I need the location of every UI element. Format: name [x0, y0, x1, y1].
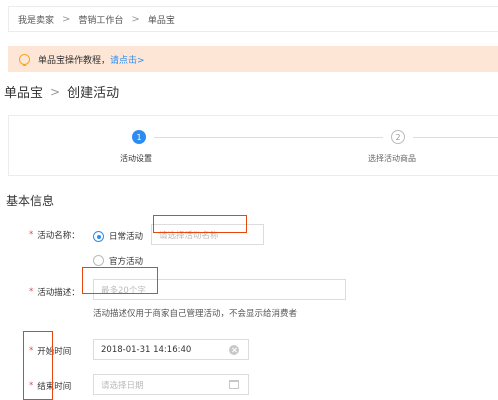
step-2-indicator: 2 — [391, 130, 405, 144]
create-activity-page: 我是卖家 > 营销工作台 > 单品宝 单品宝操作教程， 请点击> 单品宝 > 创… — [0, 0, 498, 400]
step-connector — [154, 137, 383, 138]
calendar-icon[interactable] — [229, 380, 239, 389]
page-title-parent[interactable]: 单品宝 — [4, 82, 43, 101]
radio-official-activity-label: 官方活动 — [109, 257, 144, 267]
step-2-label: 选择活动商品 — [368, 154, 416, 163]
step-1-label: 活动设置 — [120, 154, 152, 163]
page-title-current: 创建活动 — [67, 86, 120, 101]
end-time-label-text: 结束时间 — [37, 382, 72, 392]
breadcrumb-item-seller[interactable]: 我是卖家 — [18, 13, 54, 26]
activity-name-label-text: 活动名称： — [37, 231, 80, 241]
breadcrumb-item-marketing[interactable]: 营销工作台 — [78, 13, 123, 26]
clear-icon[interactable] — [229, 345, 239, 355]
activity-name-label: * 活动名称： — [29, 229, 80, 241]
start-time-label-text: 开始时间 — [37, 347, 72, 357]
activity-name-input[interactable]: 请选择活动名称 — [151, 224, 264, 245]
required-mark: * — [29, 230, 34, 240]
activity-desc-hint: 活动描述仅用于商家自己管理活动，不会显示给消费者 — [93, 309, 298, 319]
required-mark: * — [29, 381, 34, 391]
radio-daily-activity-label: 日常活动 — [109, 232, 144, 242]
end-time-label: * 结束时间 — [29, 380, 71, 392]
breadcrumb-item-danpinbao[interactable]: 单品宝 — [148, 13, 175, 26]
start-time-label: * 开始时间 — [29, 345, 71, 357]
breadcrumb-separator: > — [131, 13, 140, 25]
lightbulb-icon — [19, 53, 30, 66]
required-mark: * — [29, 287, 34, 297]
end-time-input[interactable]: 请选择日期 — [93, 374, 249, 395]
start-time-input[interactable]: 2018-01-31 14:16:40 — [93, 339, 249, 360]
page-title: 单品宝 > 创建活动 — [4, 82, 120, 102]
breadcrumb-separator: > — [62, 13, 71, 25]
section-title: 基本信息 — [6, 194, 55, 208]
activity-desc-label: * 活动描述： — [29, 286, 80, 298]
tip-text: 单品宝操作教程， — [38, 55, 111, 66]
step-connector — [413, 137, 498, 138]
radio-official-activity[interactable] — [93, 255, 104, 266]
radio-daily-activity[interactable] — [93, 231, 104, 242]
step-progress: 1 2 活动设置 选择活动商品 — [8, 115, 498, 176]
page-title-separator: > — [50, 84, 61, 99]
activity-desc-input[interactable]: 最多20个字 — [93, 279, 346, 300]
tutorial-link[interactable]: 请点击> — [110, 53, 145, 66]
breadcrumb: 我是卖家 > 营销工作台 > 单品宝 — [8, 6, 498, 32]
step-1-indicator: 1 — [132, 130, 146, 144]
tutorial-tip-banner: 单品宝操作教程， 请点击> — [8, 46, 498, 72]
required-mark: * — [29, 346, 34, 356]
activity-desc-label-text: 活动描述： — [37, 288, 80, 298]
